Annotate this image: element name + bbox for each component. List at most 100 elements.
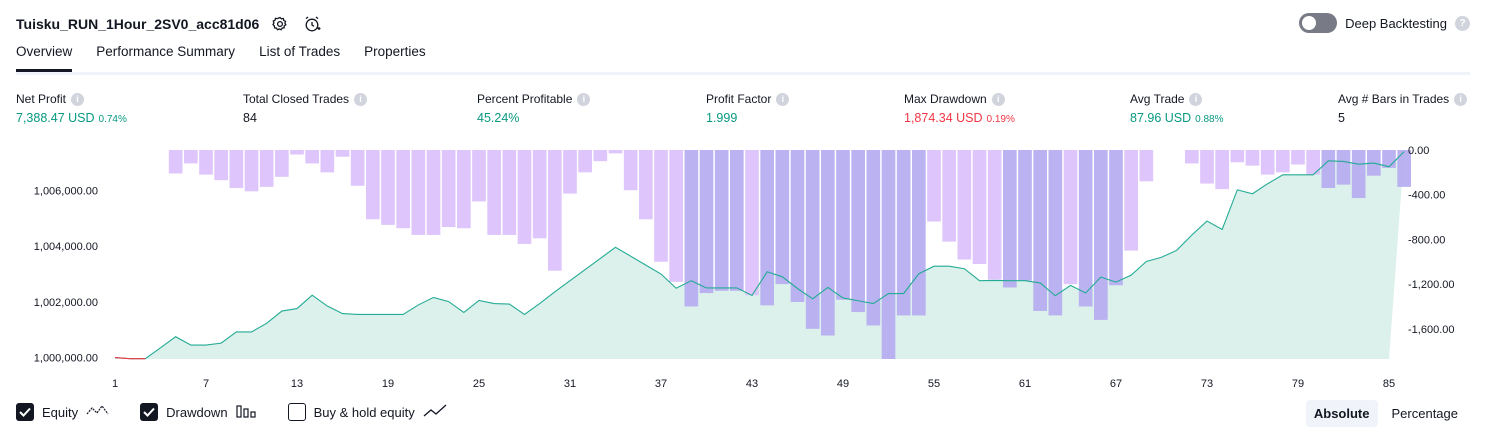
- drawdown-bar: [259, 150, 274, 187]
- drawdown-bar: [639, 150, 653, 220]
- drawdown-bar: [623, 150, 638, 191]
- drawdown-bar: [699, 150, 714, 294]
- metric-label: Total Closed Trades: [243, 92, 350, 106]
- drawdown-bar: [1336, 150, 1351, 185]
- drawdown-bar: [730, 150, 744, 291]
- drawdown-bar: [290, 150, 304, 155]
- x-tick: 73: [1201, 378, 1213, 390]
- drawdown-bar: [1063, 150, 1078, 285]
- drawdown-bar: [305, 150, 319, 164]
- x-tick: 79: [1292, 378, 1304, 390]
- legend-buy-hold[interactable]: Buy & hold equity: [287, 403, 447, 421]
- legend-equity[interactable]: Equity: [16, 403, 110, 421]
- drawdown-bar: [335, 150, 350, 157]
- tab-overview[interactable]: Overview: [16, 44, 73, 72]
- y-tick-left: 1,002,000.00: [34, 297, 98, 309]
- drawdown-bar: [760, 150, 774, 306]
- x-tick: 61: [1019, 378, 1031, 390]
- y-tick-left: 1,006,000.00: [34, 185, 98, 197]
- metric-percent: 0.74%: [98, 114, 127, 125]
- bar-chart-icon: [235, 404, 258, 421]
- drawdown-bar: [1185, 150, 1199, 164]
- x-tick: 37: [655, 378, 667, 390]
- tab-list-of-trades[interactable]: List of Trades: [259, 44, 340, 72]
- metric-value: 87.96 USD: [1130, 111, 1192, 125]
- settings-icon[interactable]: [269, 13, 291, 35]
- alarm-add-icon[interactable]: [301, 13, 323, 35]
- drawdown-bar: [1291, 150, 1305, 165]
- drawdown-bar: [1109, 150, 1123, 286]
- drawdown-bar: [1003, 150, 1017, 288]
- info-icon[interactable]: i: [1189, 92, 1203, 106]
- drawdown-bar: [457, 150, 471, 229]
- info-icon[interactable]: i: [354, 92, 368, 106]
- drawdown-bar: [548, 150, 562, 271]
- metrics-row: Net Profit i 7,388.47 USD 0.74% Total Clos…: [0, 92, 1486, 132]
- drawdown-bar: [350, 150, 365, 186]
- drawdown-bar: [411, 150, 426, 235]
- drawdown-bar: [517, 150, 532, 244]
- drawdown-bar: [199, 150, 213, 175]
- y-tick-right: -800.00: [1408, 234, 1445, 246]
- absolute-button[interactable]: Absolute: [1305, 400, 1378, 427]
- info-icon[interactable]: i: [71, 92, 85, 106]
- drawdown-bar: [805, 150, 820, 329]
- drawdown-bar: [1276, 150, 1290, 173]
- drawdown-bar: [821, 150, 835, 336]
- x-tick: 55: [928, 378, 940, 390]
- drawdown-bar: [426, 150, 441, 235]
- x-tick: 7: [203, 378, 209, 390]
- tab-performance-summary[interactable]: Performance Summary: [96, 44, 235, 72]
- deep-backtesting-label: Deep Backtesting: [1345, 15, 1447, 31]
- drawdown-bar: [790, 150, 805, 302]
- tab-bar: Overview Performance Summary List of Tra…: [16, 44, 426, 72]
- drawdown-bar: [320, 150, 335, 173]
- y-tick-right: -400.00: [1408, 190, 1445, 202]
- drawdown-bar: [866, 150, 881, 326]
- drawdown-bar: [1078, 150, 1093, 307]
- help-icon[interactable]: ?: [1455, 15, 1470, 31]
- deep-backtesting-toggle[interactable]: [1299, 13, 1338, 33]
- equity-checkbox[interactable]: [16, 403, 34, 421]
- y-tick-right: -1,600.00: [1408, 324, 1454, 336]
- drawdown-bar: [714, 150, 729, 291]
- drawdown-bar: [957, 150, 972, 260]
- y-tick-left: 1,000,000.00: [34, 353, 98, 365]
- percentage-button[interactable]: Percentage: [1384, 400, 1467, 427]
- drawdown-bar: [1245, 150, 1260, 166]
- x-tick: 19: [382, 378, 394, 390]
- legend-drawdown[interactable]: Drawdown: [140, 403, 257, 421]
- drawdown-bar: [1018, 150, 1032, 281]
- metric-label: Net Profit: [16, 92, 67, 106]
- drawdown-bar: [593, 150, 608, 162]
- drawdown-bar: [229, 150, 244, 188]
- metric-label: Max Drawdown: [904, 92, 987, 106]
- info-icon[interactable]: i: [776, 92, 790, 106]
- drawdown-checkbox[interactable]: [140, 403, 159, 421]
- info-icon[interactable]: i: [1454, 92, 1468, 106]
- metric-value: 45.24%: [477, 111, 520, 125]
- drawdown-bar: [745, 150, 759, 296]
- drawdown-bar: [168, 150, 183, 174]
- info-icon[interactable]: i: [991, 92, 1005, 106]
- drawdown-bar: [836, 150, 850, 300]
- info-icon[interactable]: i: [577, 92, 591, 106]
- x-tick: 43: [746, 378, 758, 390]
- metric-value: 7,388.47 USD: [16, 111, 95, 125]
- metric-label: Avg Trade: [1130, 92, 1185, 106]
- drawdown-bar: [396, 150, 410, 229]
- scale-mode-switch: Absolute Percentage: [1305, 400, 1467, 427]
- drawdown-bar: [532, 150, 547, 239]
- buyhold-checkbox[interactable]: [287, 403, 306, 421]
- drawdown-bar: [381, 150, 395, 225]
- equity-drawdown-chart[interactable]: 1,000,000.00 1,002,000.00 1,004,000.00 1,00…: [0, 140, 1486, 398]
- drawdown-bar: [1321, 150, 1336, 188]
- tab-properties[interactable]: Properties: [364, 44, 426, 72]
- drawdown-bar: [472, 150, 486, 202]
- drawdown-bar: [942, 150, 956, 242]
- metric-max-drawdown: Max Drawdown i 1,874.34 USD 0.19%: [904, 92, 1015, 125]
- metric-value: 84: [243, 111, 257, 125]
- metric-percent: 0.88%: [1195, 114, 1224, 125]
- header: Tuisku_RUN_1Hour_2SV0_acc81d06: [16, 11, 323, 37]
- drawdown-bar: [214, 150, 228, 181]
